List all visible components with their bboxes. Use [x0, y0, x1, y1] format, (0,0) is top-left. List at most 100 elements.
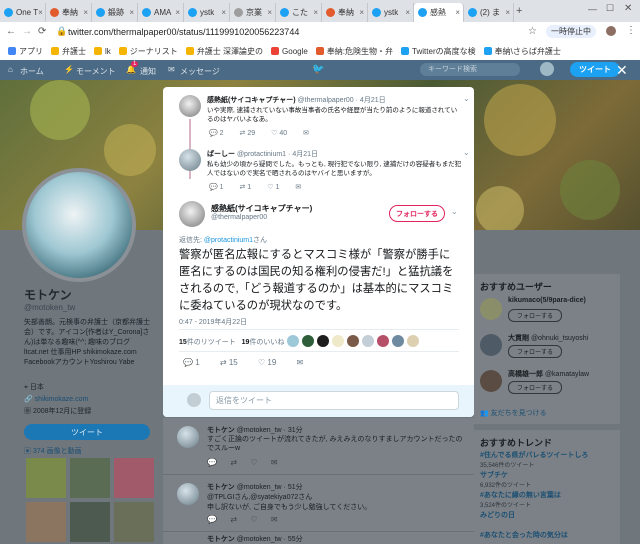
- retweet-icon[interactable]: ⇄: [240, 184, 246, 191]
- home-icon[interactable]: ⌂: [8, 65, 13, 74]
- browser-tab[interactable]: 奉納 ×: [322, 3, 368, 22]
- tweet-time[interactable]: 55分: [288, 536, 303, 543]
- author-name[interactable]: モトケン: [207, 536, 235, 543]
- website-link[interactable]: shikimokaze.com: [35, 396, 89, 403]
- browser-tab[interactable]: ystk ×: [184, 3, 230, 22]
- avatar[interactable]: [480, 334, 502, 356]
- nav-notifications[interactable]: 通知: [140, 66, 156, 77]
- list-item[interactable]: モトケン @motoken_tw · 55分: [163, 532, 474, 544]
- suggested-user-name[interactable]: 大貫剛: [508, 335, 529, 342]
- bookmark-item[interactable]: アプリ: [8, 46, 43, 57]
- author-handle[interactable]: @motoken_tw: [237, 536, 282, 543]
- browser-tab[interactable]: (2) ま ×: [464, 3, 514, 22]
- maximize-icon[interactable]: ☐: [606, 3, 614, 14]
- reply-input[interactable]: 返信をツイート: [209, 391, 459, 410]
- window-close-icon[interactable]: ✕: [624, 3, 632, 14]
- avatar[interactable]: [187, 393, 201, 407]
- chevron-down-icon[interactable]: ⌄: [463, 148, 470, 157]
- media-thumbnail[interactable]: [114, 502, 154, 542]
- trend-name[interactable]: #あなたに縁の無い言葉は: [480, 490, 618, 500]
- profile-handle[interactable]: @motoken_tw: [24, 303, 154, 312]
- bookmark-item[interactable]: ジーナリスト: [118, 46, 178, 57]
- avatar[interactable]: [177, 483, 199, 505]
- media-thumbnail[interactable]: [70, 458, 110, 498]
- media-thumbnail[interactable]: [26, 458, 66, 498]
- media-label[interactable]: 374 画像と動画: [33, 448, 82, 455]
- author-handle[interactable]: @thermalpaper00: [211, 214, 267, 221]
- media-thumbnail[interactable]: [70, 502, 110, 542]
- message-icon[interactable]: ✉: [271, 458, 278, 467]
- like-label[interactable]: 件のいいね: [249, 339, 284, 346]
- tweet-nav-button[interactable]: ツイート: [570, 62, 620, 77]
- context-tweet[interactable]: ぱーしー @protactinium1 · 4月21日 ⌄ 私も幼少の頃から疑問…: [163, 143, 474, 199]
- avatar[interactable]: [377, 335, 389, 347]
- message-icon[interactable]: ✉: [297, 358, 304, 367]
- close-icon[interactable]: ×: [38, 8, 43, 17]
- avatar[interactable]: [179, 201, 205, 227]
- browser-tab[interactable]: 京業 ×: [230, 3, 276, 22]
- find-friends-label[interactable]: 友だちを見つける: [491, 410, 547, 417]
- browser-tab[interactable]: 奉納 ×: [46, 3, 92, 22]
- retweet-total[interactable]: 15: [179, 339, 187, 346]
- follow-button[interactable]: フォローする: [508, 309, 562, 322]
- avatar[interactable]: [332, 335, 344, 347]
- avatar[interactable]: [179, 95, 201, 117]
- url-text[interactable]: twitter.com/thermalpaper00/status/111999…: [68, 27, 299, 37]
- close-icon[interactable]: ×: [175, 8, 180, 17]
- minimize-icon[interactable]: —: [588, 4, 597, 14]
- tweet-date[interactable]: 4月21日: [360, 97, 386, 104]
- message-icon[interactable]: ✉: [295, 184, 301, 191]
- profile-avatar-large[interactable]: [22, 168, 136, 282]
- paused-sync-button[interactable]: 一時停止中: [546, 25, 596, 38]
- browser-tab-active[interactable]: 感熱 ×: [414, 3, 464, 22]
- avatar[interactable]: [179, 149, 201, 171]
- suggested-user-name-line[interactable]: 大貫剛 @ohnuki_tsuyoshi: [508, 333, 588, 343]
- author-handle[interactable]: @motoken_tw: [237, 427, 282, 434]
- author-name[interactable]: 感熱紙(サイコキャプチャー): [207, 97, 296, 104]
- nav-moments[interactable]: モーメント: [76, 66, 116, 77]
- close-icon[interactable]: ×: [129, 8, 134, 17]
- message-icon[interactable]: ✉: [271, 515, 278, 524]
- author-name[interactable]: 感熱紙(サイコキャプチャー): [211, 203, 312, 214]
- author-name[interactable]: モトケン: [207, 484, 235, 491]
- suggested-user-name-line[interactable]: 高橋雄一郎 @kamataylaw: [508, 369, 589, 379]
- user-suggestion[interactable]: kikumaco(5/9para-dice) フォローする: [480, 296, 614, 330]
- close-icon[interactable]: ×: [405, 8, 410, 17]
- trend-name[interactable]: サブチケ: [480, 470, 618, 480]
- avatar[interactable]: [177, 426, 199, 448]
- reply-icon[interactable]: 💬: [207, 458, 217, 467]
- modal-close-icon[interactable]: ✕: [616, 62, 628, 79]
- close-icon[interactable]: ×: [505, 8, 510, 17]
- author-name[interactable]: ぱーしー: [207, 151, 235, 158]
- reply-icon[interactable]: 💬: [183, 358, 193, 367]
- close-icon[interactable]: ×: [221, 8, 226, 17]
- suggested-user-name[interactable]: 高橋雄一郎: [508, 371, 543, 378]
- new-tab-icon[interactable]: +: [516, 5, 522, 17]
- trend-item[interactable]: みどりの日: [480, 510, 618, 520]
- close-icon[interactable]: ×: [267, 8, 272, 17]
- trend-item[interactable]: #あなたと会った時の気分は: [480, 530, 618, 540]
- suggested-user-name[interactable]: kikumaco(5/9para-dice): [508, 297, 586, 304]
- nav-home[interactable]: ホーム: [20, 66, 44, 77]
- follow-button[interactable]: フォローする: [508, 381, 562, 394]
- close-icon[interactable]: ×: [83, 8, 88, 17]
- retweet-label[interactable]: 件のリツイート: [187, 339, 236, 346]
- mention-link[interactable]: @syatekiya072: [250, 494, 298, 501]
- avatar[interactable]: [407, 335, 419, 347]
- avatar[interactable]: [362, 335, 374, 347]
- media-link[interactable]: ▣ 374 画像と動画: [24, 446, 154, 456]
- messages-icon[interactable]: ✉: [168, 65, 175, 74]
- find-friends-link[interactable]: 👥 友だちを見つける: [480, 408, 547, 418]
- chevron-down-icon[interactable]: ⌄: [463, 94, 470, 103]
- bookmark-item[interactable]: 奉納:危険生物・弁: [315, 46, 393, 57]
- chevron-down-icon[interactable]: ⌄: [451, 207, 458, 216]
- list-item[interactable]: モトケン @motoken_tw · 51分 @TPLGIさん,@syateki…: [163, 475, 474, 532]
- trend-item[interactable]: #あなたに縁の無い言葉は 3,524件のツイート: [480, 490, 618, 509]
- like-icon[interactable]: ♡: [258, 358, 265, 367]
- trend-item[interactable]: サブチケ 6,932件のツイート: [480, 470, 618, 489]
- trend-name[interactable]: みどりの日: [480, 510, 618, 520]
- author-handle[interactable]: @protactinium1: [237, 151, 286, 158]
- close-icon[interactable]: ×: [359, 8, 364, 17]
- profile-website[interactable]: 🔗 shikimokaze.com: [24, 395, 154, 403]
- bookmark-item[interactable]: Google: [271, 47, 308, 56]
